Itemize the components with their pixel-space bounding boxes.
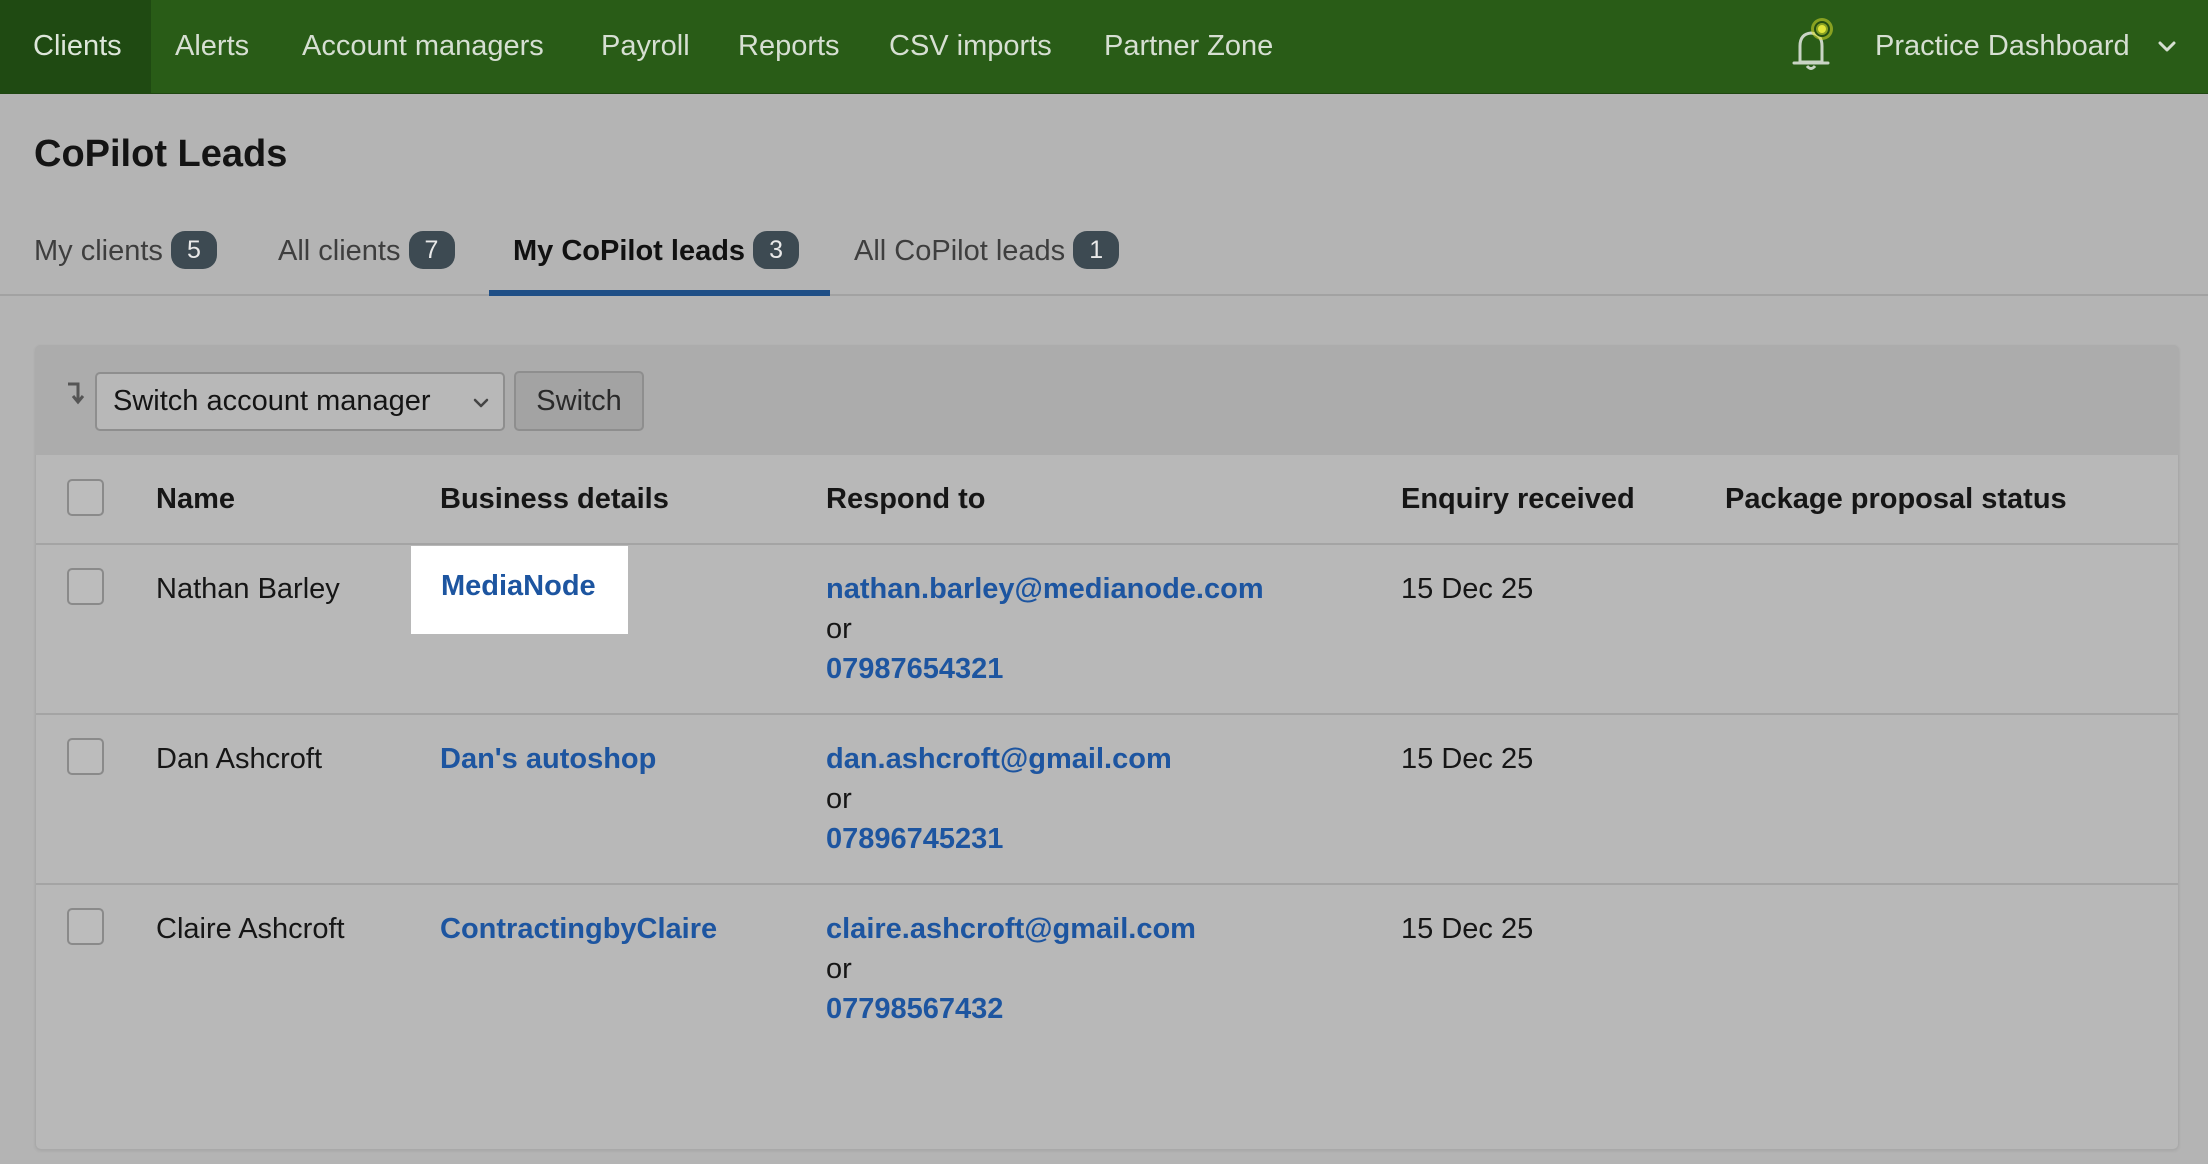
tab-label: All CoPilot leads bbox=[854, 235, 1066, 267]
nav-item-payroll[interactable]: Payroll bbox=[601, 0, 690, 93]
count-badge: 1 bbox=[1073, 231, 1120, 270]
column-header-business-details: Business details bbox=[440, 483, 669, 515]
bulk-action-arrow-icon bbox=[68, 382, 85, 405]
practice-dashboard-menu[interactable]: Practice Dashboard bbox=[1875, 0, 2130, 93]
email-link[interactable]: nathan.barley@medianode.com bbox=[826, 573, 1264, 606]
client-name: Dan Ashcroft bbox=[156, 743, 323, 775]
tab-label: My CoPilot leads bbox=[513, 235, 746, 267]
email-link[interactable]: dan.ashcroft@gmail.com bbox=[826, 743, 1172, 776]
chevron-down-icon[interactable] bbox=[2156, 36, 2178, 58]
count-badge: 5 bbox=[170, 231, 217, 270]
tab-label: All clients bbox=[278, 235, 401, 267]
enquiry-date: 15 Dec 25 bbox=[1401, 743, 1534, 775]
count-badge: 3 bbox=[753, 231, 800, 270]
phone-link[interactable]: 07896745231 bbox=[826, 823, 1003, 856]
phone-link[interactable]: 07987654321 bbox=[826, 653, 1003, 686]
account-manager-select[interactable]: Switch account manager bbox=[95, 372, 505, 431]
tabs-divider bbox=[0, 294, 2208, 296]
nav-item-partner-zone[interactable]: Partner Zone bbox=[1104, 0, 1273, 93]
page-title: CoPilot Leads bbox=[34, 133, 288, 175]
count-badge: 7 bbox=[408, 231, 455, 270]
column-header-respond-to: Respond to bbox=[826, 483, 986, 515]
nav-item-csv-imports[interactable]: CSV imports bbox=[889, 0, 1052, 93]
divider bbox=[36, 883, 2178, 885]
tab-my-clients[interactable]: My clients 5 bbox=[34, 228, 217, 274]
business-link[interactable]: ContractingbyClaire bbox=[440, 913, 717, 946]
or-text: or bbox=[826, 783, 852, 815]
business-link[interactable]: MediaNode bbox=[441, 570, 596, 603]
divider bbox=[36, 543, 2178, 545]
top-nav: Clients Alerts Account managers Payroll … bbox=[0, 0, 2208, 94]
switch-button[interactable]: Switch bbox=[514, 371, 644, 431]
chevron-down-icon bbox=[473, 398, 489, 408]
active-tab-indicator bbox=[489, 290, 830, 296]
or-text: or bbox=[826, 613, 852, 645]
divider bbox=[36, 713, 2178, 715]
or-text: or bbox=[826, 953, 852, 985]
business-link[interactable]: Dan's autoshop bbox=[440, 743, 656, 776]
tab-all-copilot-leads[interactable]: All CoPilot leads 1 bbox=[854, 228, 1120, 274]
nav-item-clients[interactable]: Clients bbox=[0, 0, 151, 93]
enquiry-date: 15 Dec 25 bbox=[1401, 573, 1534, 605]
column-header-enquiry-received: Enquiry received bbox=[1401, 483, 1635, 515]
tab-label: My clients bbox=[34, 235, 163, 267]
row-checkbox[interactable] bbox=[67, 738, 104, 775]
nav-item-account-managers[interactable]: Account managers bbox=[302, 0, 544, 93]
select-all-checkbox[interactable] bbox=[67, 479, 104, 516]
row-checkbox[interactable] bbox=[67, 568, 104, 605]
column-header-name: Name bbox=[156, 483, 235, 515]
highlighted-business-link: MediaNode bbox=[411, 546, 628, 634]
email-link[interactable]: claire.ashcroft@gmail.com bbox=[826, 913, 1196, 946]
nav-item-alerts[interactable]: Alerts bbox=[175, 0, 249, 93]
row-checkbox[interactable] bbox=[67, 908, 104, 945]
phone-link[interactable]: 07798567432 bbox=[826, 993, 1003, 1026]
client-name: Nathan Barley bbox=[156, 573, 340, 605]
enquiry-date: 15 Dec 25 bbox=[1401, 913, 1534, 945]
tab-my-copilot-leads[interactable]: My CoPilot leads 3 bbox=[513, 228, 800, 274]
bell-icon[interactable] bbox=[1778, 16, 1842, 76]
client-name: Claire Ashcroft bbox=[156, 913, 345, 945]
nav-item-reports[interactable]: Reports bbox=[738, 0, 840, 93]
column-header-package-proposal-status: Package proposal status bbox=[1725, 483, 2067, 515]
tab-all-clients[interactable]: All clients 7 bbox=[278, 228, 455, 274]
